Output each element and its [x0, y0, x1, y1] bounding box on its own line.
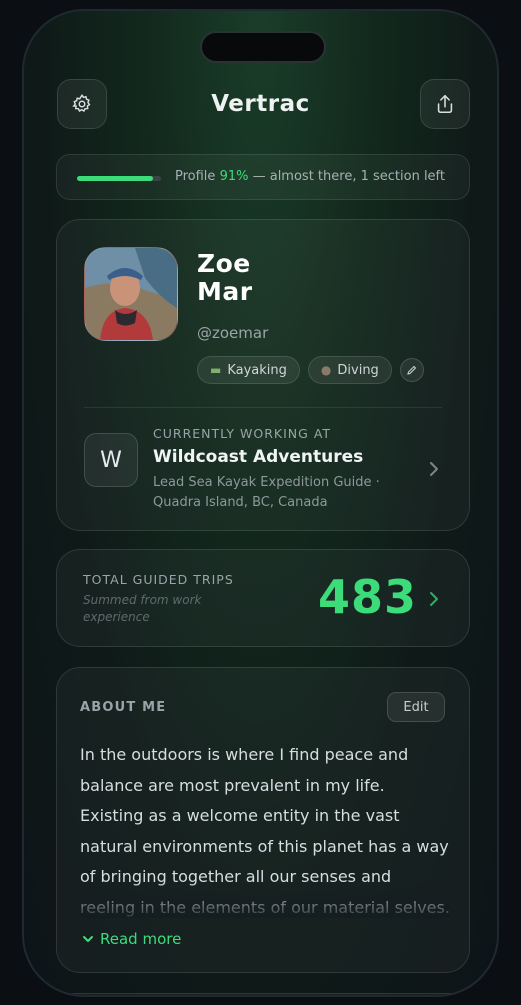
profile-handle: @zoemar: [197, 324, 269, 342]
chevron-right-icon[interactable]: [427, 460, 441, 478]
tag-kayaking[interactable]: ▬ Kayaking: [197, 356, 300, 384]
share-icon: [437, 94, 453, 114]
about-label: ABOUT ME: [80, 700, 167, 715]
work-label: CURRENTLY WORKING AT: [153, 426, 332, 441]
about-text: In the outdoors is where I find peace an…: [80, 740, 450, 918]
read-more-link[interactable]: Read more: [82, 930, 181, 948]
about-card: ABOUT ME Edit In the outdoors is where I…: [56, 667, 470, 973]
profile-name: Zoe Mar: [197, 249, 253, 306]
pencil-icon: [407, 365, 417, 375]
kayak-icon: ▬: [210, 363, 222, 377]
profile-card: Zoe Mar @zoemar ▬ Kayaking ● Diving W CU…: [56, 219, 470, 531]
trips-label: TOTAL GUIDED TRIPS: [83, 572, 234, 587]
profile-completion-banner[interactable]: Profile 91% — almost there, 1 section le…: [56, 154, 470, 200]
diving-icon: ●: [320, 363, 332, 377]
progress-bar: [77, 176, 161, 181]
trips-count: 483: [317, 570, 417, 624]
company-name[interactable]: Wildcoast Adventures: [153, 447, 363, 467]
edit-about-button[interactable]: Edit: [387, 692, 445, 722]
dynamic-island: [200, 31, 326, 63]
activity-tags: ▬ Kayaking ● Diving: [197, 356, 424, 384]
divider: [84, 407, 442, 408]
trips-subtitle: Summed from work experience: [83, 593, 202, 624]
avatar[interactable]: [84, 247, 178, 341]
progress-fill: [77, 176, 154, 181]
guided-trips-card[interactable]: TOTAL GUIDED TRIPS Summed from work expe…: [56, 549, 470, 647]
chevron-right-icon: [430, 592, 438, 606]
text-fade: [80, 882, 450, 918]
phone-frame: Vertrac Profile 91% — almost there, 1 se…: [22, 9, 499, 997]
work-role: Lead Sea Kayak Expedition Guide · Quadra…: [153, 475, 380, 510]
share-button[interactable]: [420, 79, 470, 129]
progress-text: Profile 91% — almost there, 1 section le…: [175, 169, 445, 184]
chevron-down-icon: [83, 936, 93, 942]
company-logo: W: [84, 433, 138, 487]
tag-diving[interactable]: ● Diving: [307, 356, 392, 384]
edit-tags-button[interactable]: [399, 358, 424, 382]
next-card: [56, 993, 470, 995]
